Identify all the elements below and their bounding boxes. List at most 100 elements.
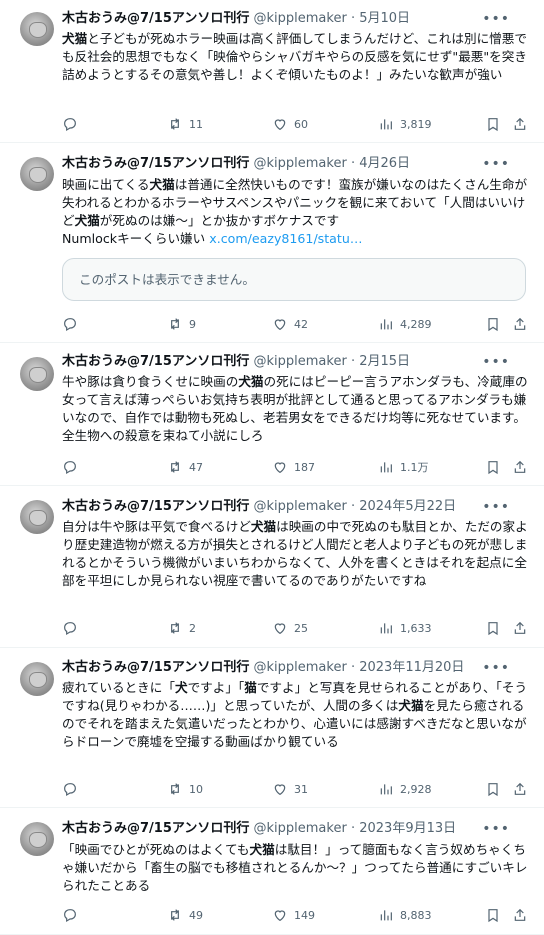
reply-button[interactable]: [62, 905, 84, 925]
share-button[interactable]: [512, 457, 528, 477]
more-icon[interactable]: •••: [482, 10, 510, 28]
author-name[interactable]: 木古おうみ@7/15アンソロ刊行: [62, 499, 249, 514]
views-button[interactable]: 1,633: [378, 618, 432, 638]
author-handle[interactable]: @kipplemaker: [254, 821, 347, 836]
more-icon[interactable]: •••: [482, 155, 510, 173]
separator-dot: ·: [350, 821, 356, 836]
tweet[interactable]: 木古おうみ@7/15アンソロ刊行 @kipplemaker · 2月15日 ••…: [0, 343, 544, 486]
views-button[interactable]: 8,883: [378, 905, 432, 925]
reply-icon: [64, 461, 76, 475]
reply-button[interactable]: [62, 457, 84, 477]
reply-button[interactable]: [62, 314, 84, 334]
repost-button[interactable]: 2: [167, 618, 196, 638]
author-name[interactable]: 木古おうみ@7/15アンソロ刊行: [62, 11, 249, 26]
author-handle[interactable]: @kipplemaker: [254, 156, 347, 171]
tweet-header: 木古おうみ@7/15アンソロ刊行 @kipplemaker · 2023年11月…: [62, 659, 528, 677]
avatar[interactable]: [20, 500, 54, 534]
avatar[interactable]: [20, 822, 54, 856]
share-button[interactable]: [512, 779, 528, 799]
views-button[interactable]: 3,819: [378, 114, 432, 134]
repost-button[interactable]: 9: [167, 314, 196, 334]
avatar[interactable]: [20, 662, 54, 696]
avatar[interactable]: [20, 357, 54, 391]
tweet[interactable]: 木古おうみ@7/15アンソロ刊行 @kipplemaker · 2023年11月…: [0, 648, 544, 808]
tweet-header: 木古おうみ@7/15アンソロ刊行 @kipplemaker · 2023年9月1…: [62, 820, 528, 838]
tweet-actions: 2 25 1,633: [62, 618, 528, 638]
bookmark-button[interactable]: [485, 779, 501, 799]
more-icon[interactable]: •••: [482, 659, 510, 677]
tweet-date[interactable]: 5月10日: [359, 11, 410, 26]
author-name[interactable]: 木古おうみ@7/15アンソロ刊行: [62, 354, 249, 369]
share-button[interactable]: [512, 905, 528, 925]
highlighted-term: 犬: [174, 680, 188, 695]
heart-icon: [274, 462, 286, 474]
text-segment: 牛や豚は貪り食うくせに映画の: [62, 374, 239, 389]
repost-button[interactable]: 49: [167, 905, 203, 925]
repost-icon: [171, 118, 179, 130]
author-handle[interactable]: @kipplemaker: [254, 660, 347, 675]
heart-icon: [274, 119, 286, 131]
like-button[interactable]: 187: [272, 457, 315, 477]
share-button[interactable]: [512, 618, 528, 638]
author-handle[interactable]: @kipplemaker: [254, 11, 347, 26]
author-handle[interactable]: @kipplemaker: [254, 354, 347, 369]
author-name[interactable]: 木古おうみ@7/15アンソロ刊行: [62, 821, 249, 836]
tweet[interactable]: 木古おうみ@7/15アンソロ刊行 @kipplemaker · 5月10日 ••…: [0, 0, 544, 143]
text-segment: と子どもが死ぬホラー映画は高く評価してしまうんだけど、これは別に憎悪でも反社会的…: [62, 31, 527, 82]
author-handle[interactable]: @kipplemaker: [254, 499, 347, 514]
tweet-date[interactable]: 2023年9月13日: [359, 821, 456, 836]
bookmark-button[interactable]: [485, 314, 501, 334]
tweet-date[interactable]: 2023年11月20日: [359, 660, 464, 675]
highlighted-term: 犬猫: [398, 698, 424, 713]
tweet-date[interactable]: 2024年5月22日: [359, 499, 456, 514]
more-icon[interactable]: •••: [482, 820, 510, 838]
text-segment: 自分は牛や豚は平気で食べるけど: [62, 519, 251, 534]
separator-dot: ·: [350, 499, 356, 514]
tweet[interactable]: 木古おうみ@7/15アンソロ刊行 @kipplemaker · 4月26日 ••…: [0, 143, 544, 343]
tweet[interactable]: 木古おうみ@7/15アンソロ刊行 @kipplemaker · 2023年9月1…: [0, 808, 544, 935]
avatar[interactable]: [20, 12, 54, 46]
views-button[interactable]: 2,928: [378, 779, 432, 799]
tweet[interactable]: 木古おうみ@7/15アンソロ刊行 @kipplemaker · 2024年5月2…: [0, 486, 544, 648]
quoted-post-unavailable[interactable]: このポストは表示できません。: [62, 258, 526, 301]
like-button[interactable]: 60: [272, 114, 308, 134]
more-icon[interactable]: •••: [482, 353, 510, 371]
bookmark-button[interactable]: [485, 618, 501, 638]
avatar[interactable]: [20, 157, 54, 191]
tweet-actions: 10 31 2,928: [62, 779, 528, 799]
author-name[interactable]: 木古おうみ@7/15アンソロ刊行: [62, 660, 249, 675]
bookmark-button[interactable]: [485, 905, 501, 925]
tweet-date[interactable]: 2月15日: [359, 354, 410, 369]
repost-icon: [171, 461, 179, 473]
like-button[interactable]: 25: [272, 618, 308, 638]
views-button[interactable]: 1.1万: [378, 457, 429, 477]
repost-button[interactable]: 11: [167, 114, 203, 134]
reply-icon: [64, 783, 76, 797]
like-button[interactable]: 149: [272, 905, 315, 925]
separator-dot: ·: [350, 660, 356, 675]
like-button[interactable]: 31: [272, 779, 308, 799]
like-button[interactable]: 42: [272, 314, 308, 334]
repost-button[interactable]: 10: [167, 779, 203, 799]
share-button[interactable]: [512, 114, 528, 134]
repost-count: 47: [189, 460, 203, 474]
reply-button[interactable]: [62, 618, 84, 638]
author-name[interactable]: 木古おうみ@7/15アンソロ刊行: [62, 156, 249, 171]
highlighted-term: 猫: [244, 680, 257, 695]
bookmark-button[interactable]: [485, 457, 501, 477]
views-button[interactable]: 4,289: [378, 314, 432, 334]
bookmark-icon: [488, 118, 498, 132]
tweet-date[interactable]: 4月26日: [359, 156, 410, 171]
reply-button[interactable]: [62, 114, 84, 134]
text-segment: 「映画でひとが死ぬのはよくても: [62, 842, 250, 857]
views-count: 1,633: [400, 621, 432, 635]
share-icon: [514, 908, 526, 921]
more-icon[interactable]: •••: [482, 498, 510, 516]
like-count: 60: [294, 117, 308, 131]
separator-dot: ·: [350, 11, 356, 26]
reply-button[interactable]: [62, 779, 84, 799]
share-button[interactable]: [512, 314, 528, 334]
bookmark-button[interactable]: [485, 114, 501, 134]
tweet-link[interactable]: x.com/eazy8161/statu…: [209, 231, 362, 246]
repost-button[interactable]: 47: [167, 457, 203, 477]
